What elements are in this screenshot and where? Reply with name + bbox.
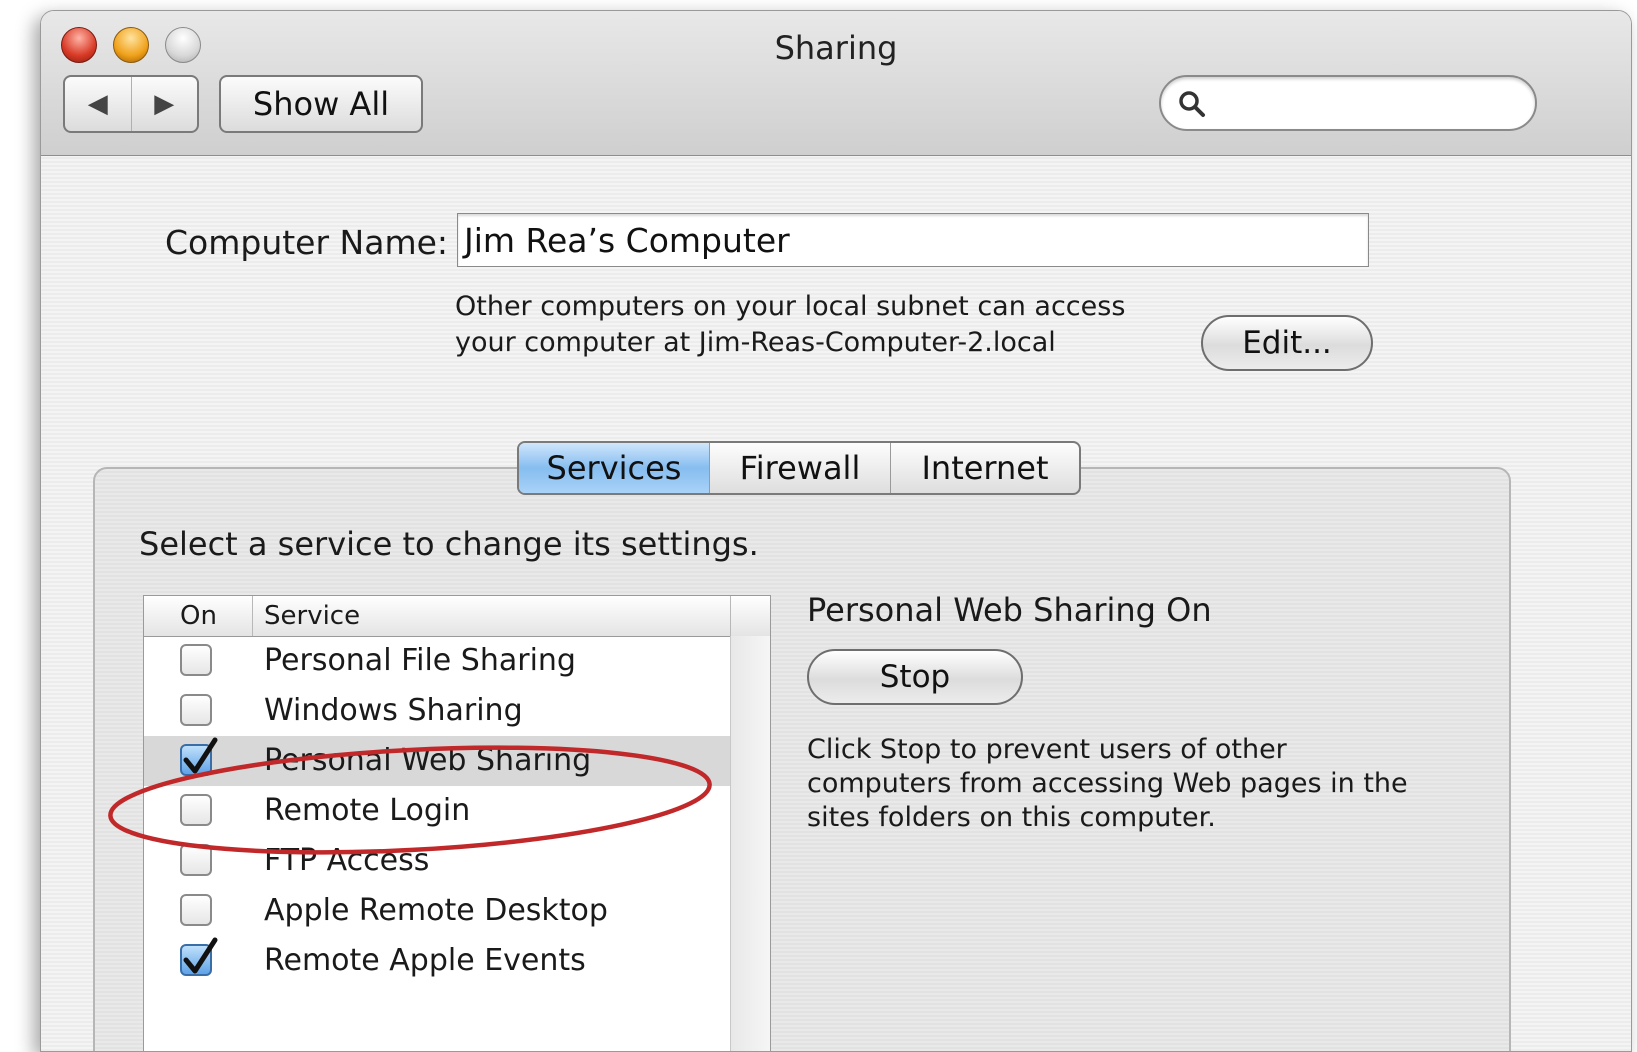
service-checkbox[interactable]	[180, 894, 212, 926]
service-name: Remote Login	[264, 793, 471, 828]
service-checkbox[interactable]	[180, 937, 218, 976]
service-description-line: computers from accessing Web pages in th…	[807, 768, 1408, 799]
subnet-info-line: your computer at Jim-Reas-Computer-2.loc…	[455, 327, 1056, 358]
service-status-title: Personal Web Sharing On	[807, 591, 1212, 629]
service-name: Apple Remote Desktop	[264, 893, 608, 928]
checkmark-icon	[183, 737, 218, 774]
service-description-line: sites folders on this computer.	[807, 802, 1216, 833]
table-row[interactable]: Remote Apple Events	[144, 936, 730, 986]
column-divider	[730, 596, 731, 636]
service-name: Windows Sharing	[264, 693, 523, 728]
sharing-window: Sharing ◀ ▶ Show All Computer Name: Jim …	[40, 10, 1632, 1052]
checkmark-icon	[183, 937, 218, 974]
service-description: Click Stop to prevent users of other com…	[807, 733, 1447, 835]
forward-button[interactable]: ▶	[132, 77, 198, 131]
service-checkbox[interactable]	[180, 694, 212, 726]
window-toolbar: Sharing ◀ ▶ Show All	[41, 11, 1631, 156]
service-name: Personal File Sharing	[264, 643, 576, 678]
column-header-on[interactable]: On	[180, 596, 217, 636]
show-all-button[interactable]: Show All	[219, 75, 423, 133]
forward-arrow-icon: ▶	[154, 89, 175, 119]
back-arrow-icon: ◀	[87, 89, 108, 119]
service-checkbox[interactable]	[180, 844, 212, 876]
service-checkbox[interactable]	[180, 737, 218, 776]
edit-button[interactable]: Edit...	[1201, 315, 1373, 371]
column-divider	[252, 596, 253, 636]
computer-name-field[interactable]: Jim Rea’s Computer	[457, 213, 1369, 267]
services-instruction: Select a service to change its settings.	[139, 525, 759, 563]
tab-bar: Services Firewall Internet	[517, 441, 1081, 495]
subnet-info-line: Other computers on your local subnet can…	[455, 291, 1126, 322]
tab-firewall[interactable]: Firewall	[709, 443, 890, 493]
back-button[interactable]: ◀	[65, 77, 132, 131]
search-icon	[1179, 91, 1205, 117]
search-field[interactable]	[1159, 75, 1537, 131]
services-table: On Service Personal File Sharing Windows…	[143, 595, 771, 1051]
tab-internet[interactable]: Internet	[890, 443, 1079, 493]
table-header: On Service	[144, 596, 770, 637]
subnet-info: Other computers on your local subnet can…	[455, 289, 1125, 361]
service-checkbox[interactable]	[180, 794, 212, 826]
window-title: Sharing	[774, 29, 898, 67]
service-name: Remote Apple Events	[264, 943, 586, 978]
column-header-service[interactable]: Service	[264, 596, 360, 636]
back-forward-control: ◀ ▶	[63, 75, 199, 133]
table-row[interactable]: Windows Sharing	[144, 686, 730, 736]
table-row[interactable]: Remote Login	[144, 786, 730, 836]
table-row[interactable]: Apple Remote Desktop	[144, 886, 730, 936]
service-checkbox[interactable]	[180, 644, 212, 676]
tab-services[interactable]: Services	[519, 443, 709, 493]
service-name: FTP Access	[264, 843, 430, 878]
computer-name-label: Computer Name:	[165, 223, 449, 262]
stop-button[interactable]: Stop	[807, 649, 1023, 705]
service-name: Personal Web Sharing	[264, 743, 592, 778]
table-row[interactable]: Personal File Sharing	[144, 636, 730, 686]
table-scrollbar[interactable]	[730, 636, 770, 1051]
service-description-line: Click Stop to prevent users of other	[807, 734, 1287, 765]
table-row-selected[interactable]: Personal Web Sharing	[144, 736, 730, 786]
table-row[interactable]: FTP Access	[144, 836, 730, 886]
